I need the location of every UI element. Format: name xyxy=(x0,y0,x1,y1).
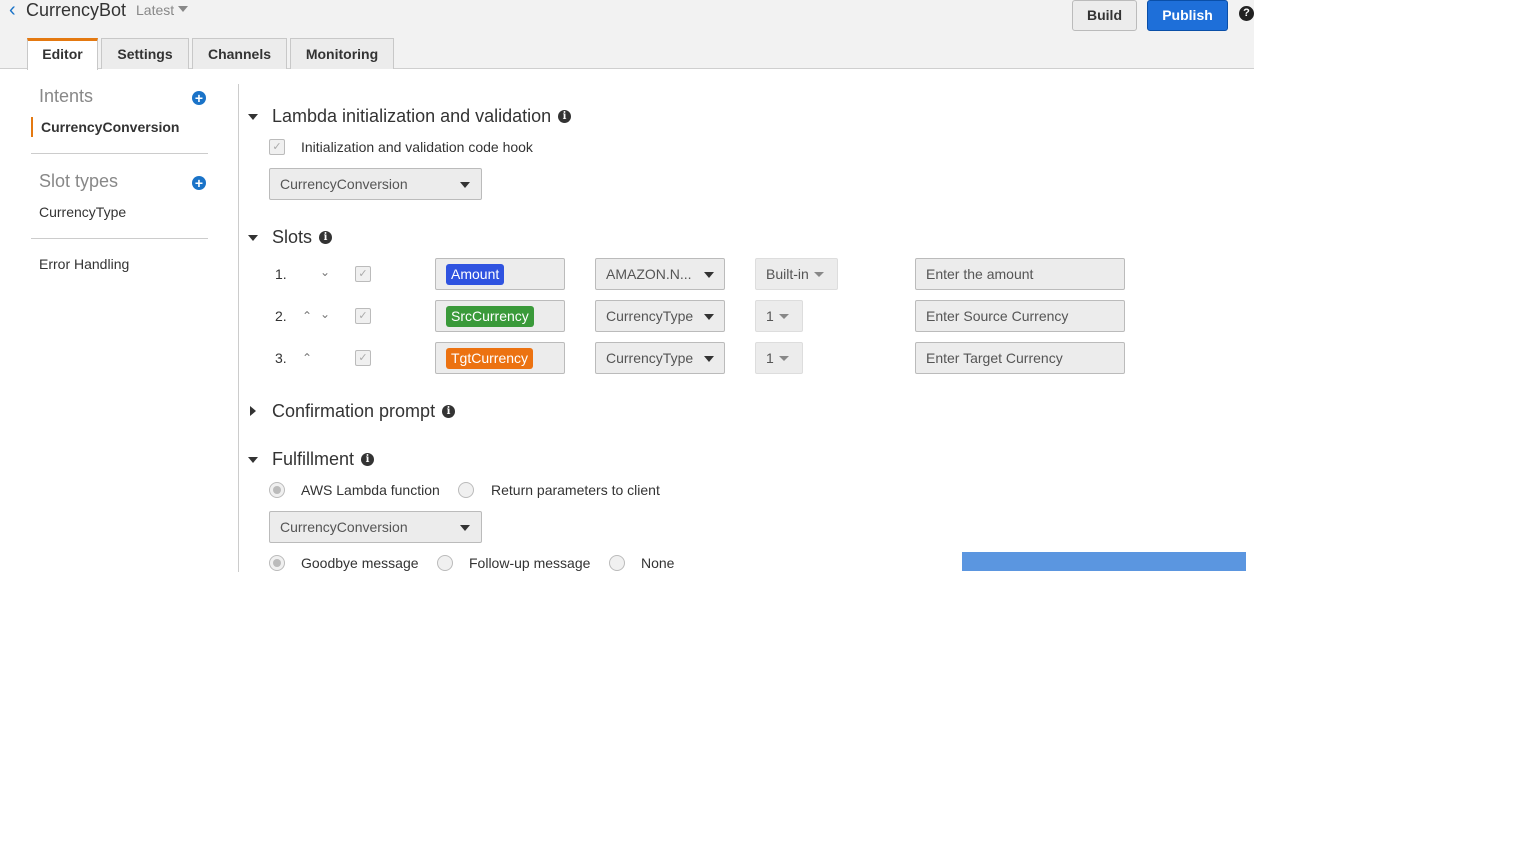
slot-type-select[interactable]: AMAZON.N... xyxy=(595,258,725,290)
slot-version-select[interactable]: 1 xyxy=(755,342,803,374)
add-slot-type-icon[interactable]: + xyxy=(192,176,206,190)
move-down-icon[interactable]: ⌄ xyxy=(320,265,330,279)
move-up-icon[interactable]: ⌃ xyxy=(302,309,312,323)
sidebar-divider xyxy=(31,153,208,154)
chevron-left-icon[interactable]: ‹ xyxy=(9,0,16,20)
chevron-down-icon xyxy=(704,314,714,320)
chevron-down-icon xyxy=(704,272,714,278)
add-intent-icon[interactable]: + xyxy=(192,91,206,105)
slot-required-checkbox[interactable]: ✓ xyxy=(355,350,371,366)
content-divider xyxy=(238,84,239,572)
move-up-icon[interactable]: ⌃ xyxy=(302,351,312,365)
sidebar-item-currencytype[interactable]: CurrencyType xyxy=(39,204,126,220)
slot-required-checkbox[interactable]: ✓ xyxy=(355,308,371,324)
follow-up-message-radio[interactable] xyxy=(437,555,453,571)
collapse-fulfillment-icon[interactable] xyxy=(248,457,258,463)
slot-prompt-input[interactable]: Enter the amount xyxy=(915,258,1125,290)
chevron-down-icon[interactable] xyxy=(178,6,188,12)
slot-name-field[interactable]: TgtCurrency xyxy=(435,342,565,374)
tab-editor[interactable]: Editor xyxy=(27,38,98,70)
fulfillment-function-value: CurrencyConversion xyxy=(280,519,408,535)
chevron-down-icon xyxy=(460,182,470,188)
collapse-slots-icon[interactable] xyxy=(248,235,258,241)
chevron-down-icon xyxy=(704,356,714,362)
lambda-function-select[interactable]: CurrencyConversion xyxy=(269,168,482,200)
aws-lambda-label: AWS Lambda function xyxy=(301,482,440,498)
slot-index: 3. xyxy=(275,350,287,366)
slot-type-value: AMAZON.N... xyxy=(606,266,692,282)
goodbye-message-label: Goodbye message xyxy=(301,555,419,571)
chevron-down-icon xyxy=(779,356,789,361)
sidebar-item-error-handling[interactable]: Error Handling xyxy=(39,256,129,272)
version-selector[interactable]: Latest xyxy=(136,2,174,18)
save-intent-bar[interactable] xyxy=(962,552,1246,571)
info-icon[interactable]: i xyxy=(319,231,332,244)
tab-settings[interactable]: Settings xyxy=(101,38,189,69)
chevron-down-icon xyxy=(779,314,789,319)
fulfillment-function-select[interactable]: CurrencyConversion xyxy=(269,511,482,543)
slot-type-value: CurrencyType xyxy=(606,308,694,324)
slot-version-value: 1 xyxy=(766,350,774,366)
none-radio[interactable] xyxy=(609,555,625,571)
slot-required-checkbox[interactable]: ✓ xyxy=(355,266,371,282)
slot-type-value: CurrencyType xyxy=(606,350,694,366)
chevron-down-icon xyxy=(814,272,824,277)
intents-heading: Intents xyxy=(39,86,94,106)
info-icon[interactable]: i xyxy=(558,110,571,123)
confirmation-section-title: Confirmation prompt xyxy=(272,401,436,421)
lambda-section-title: Lambda initialization and validation xyxy=(272,106,552,126)
slot-name-field[interactable]: SrcCurrency xyxy=(435,300,565,332)
expand-confirmation-icon[interactable] xyxy=(250,406,256,416)
collapse-lambda-icon[interactable] xyxy=(248,114,258,120)
code-hook-checkbox[interactable]: ✓ xyxy=(269,139,285,155)
slot-prompt-input[interactable]: Enter Target Currency xyxy=(915,342,1125,374)
slot-type-select[interactable]: CurrencyType xyxy=(595,300,725,332)
info-icon[interactable]: i xyxy=(361,453,374,466)
build-button[interactable]: Build xyxy=(1072,0,1137,31)
slots-section-title: Slots xyxy=(272,227,313,247)
tab-channels[interactable]: Channels xyxy=(192,38,287,69)
slot-name-tag: TgtCurrency xyxy=(446,348,534,369)
fulfillment-section-title: Fulfillment xyxy=(272,449,355,469)
slot-version-select[interactable]: Built-in xyxy=(755,258,838,290)
slot-version-value: Built-in xyxy=(766,266,809,282)
slot-types-heading: Slot types xyxy=(39,171,119,191)
info-icon[interactable]: i xyxy=(442,405,455,418)
slot-name-tag: Amount xyxy=(446,264,505,285)
help-icon[interactable]: ? xyxy=(1239,6,1254,21)
move-down-icon[interactable]: ⌄ xyxy=(320,307,330,321)
publish-button[interactable]: Publish xyxy=(1147,0,1228,31)
none-label: None xyxy=(641,555,675,571)
sidebar-item-currencyconversion[interactable]: CurrencyConversion xyxy=(41,119,179,135)
return-params-label: Return parameters to client xyxy=(491,482,660,498)
lambda-function-value: CurrencyConversion xyxy=(280,176,408,192)
slot-version-value: 1 xyxy=(766,308,774,324)
chevron-down-icon xyxy=(460,525,470,531)
aws-lambda-radio[interactable] xyxy=(269,482,285,498)
slot-name-field[interactable]: Amount xyxy=(435,258,565,290)
active-indicator xyxy=(31,117,33,137)
code-hook-label: Initialization and validation code hook xyxy=(301,139,533,155)
tab-monitoring[interactable]: Monitoring xyxy=(290,38,394,69)
slot-prompt-input[interactable]: Enter Source Currency xyxy=(915,300,1125,332)
follow-up-message-label: Follow-up message xyxy=(469,555,591,571)
slot-type-select[interactable]: CurrencyType xyxy=(595,342,725,374)
slot-index: 1. xyxy=(275,266,287,282)
return-params-radio[interactable] xyxy=(458,482,474,498)
slot-version-select[interactable]: 1 xyxy=(755,300,803,332)
sidebar-divider xyxy=(31,238,208,239)
slot-name-tag: SrcCurrency xyxy=(446,306,534,327)
goodbye-message-radio[interactable] xyxy=(269,555,285,571)
bot-title: CurrencyBot xyxy=(26,0,127,20)
slot-index: 2. xyxy=(275,308,287,324)
